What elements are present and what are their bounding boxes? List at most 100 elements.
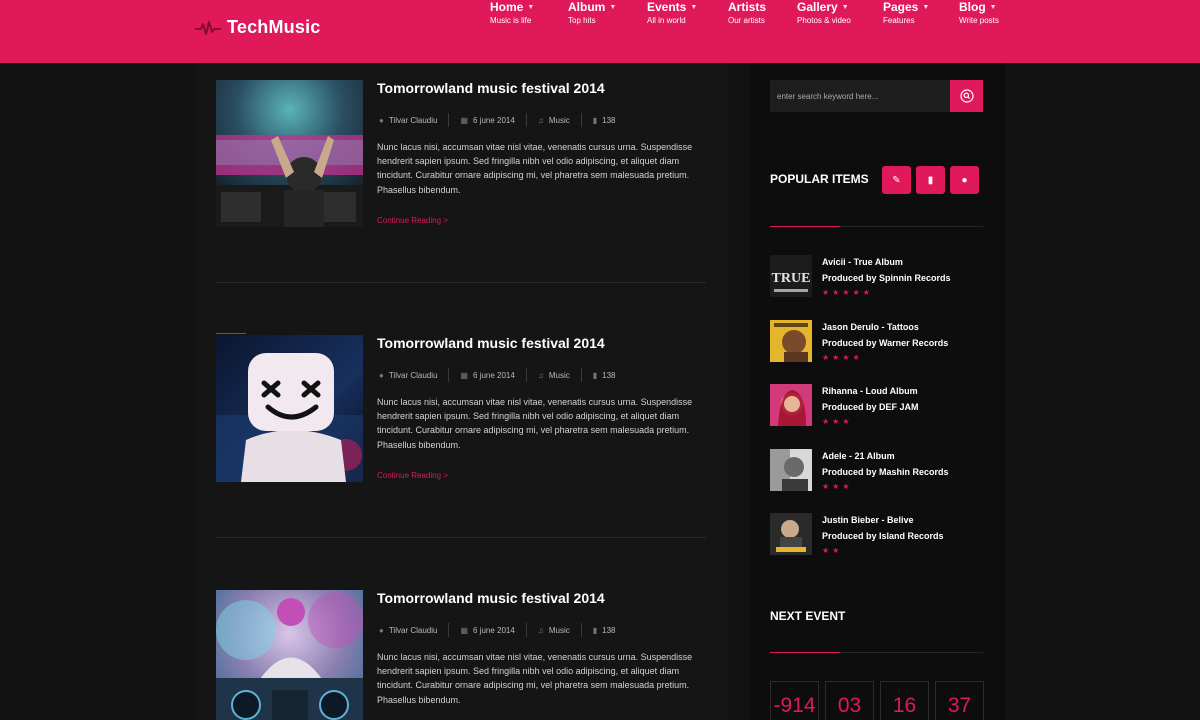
- nav-label: Artists: [728, 0, 767, 14]
- rating-stars: ★★★: [822, 482, 853, 491]
- post-thumbnail[interactable]: [216, 80, 363, 227]
- countdown-minutes: 16: [880, 681, 929, 720]
- popular-item-title: Justin Bieber - Belive: [822, 515, 914, 525]
- author-name: Tilvar Claudiu: [388, 625, 438, 635]
- countdown-hours: 03: [825, 681, 874, 720]
- rating-stars: ★★★★: [822, 353, 863, 362]
- popular-item-producer: Produced by Island Records: [822, 531, 944, 541]
- comments-icon: ▮: [592, 370, 598, 380]
- popular-tab-button[interactable]: ●: [950, 166, 979, 194]
- map-pin-icon: ●: [961, 174, 968, 186]
- festival-crowd-image: [216, 80, 363, 227]
- calendar-icon: ▦: [460, 370, 469, 380]
- blog-post-list: Tomorrowland music festival 2014 ● Tilvar…: [195, 63, 728, 720]
- post-category[interactable]: ♫ Music: [527, 368, 582, 382]
- post-accent-line: [216, 333, 246, 334]
- category-text: Music: [548, 115, 570, 125]
- post-meta: ● Tilvar Claudiu ▦ 6 june 2014 ♫ Music ▮ 138: [377, 623, 627, 637]
- search-input[interactable]: [770, 80, 950, 112]
- post-thumbnail[interactable]: [216, 590, 363, 720]
- nav-item-events[interactable]: Events ▼ All in world: [647, 0, 697, 25]
- post-title[interactable]: Tomorrowland music festival 2014: [377, 80, 605, 96]
- post-meta: ● Tilvar Claudiu ▦ 6 june 2014 ♫ Music ▮ 138: [377, 113, 627, 127]
- popular-item-title: Adele - 21 Album: [822, 451, 895, 461]
- post-author[interactable]: ● Tilvar Claudiu: [377, 368, 450, 382]
- author-name: Tilvar Claudiu: [388, 115, 438, 125]
- popular-item[interactable]: Rihanna - Loud Album Produced by DEF JAM…: [770, 384, 983, 426]
- date-text: 6 june 2014: [473, 625, 515, 635]
- post-author[interactable]: ● Tilvar Claudiu: [377, 623, 450, 637]
- post-date: ▦ 6 june 2014: [449, 368, 527, 382]
- popular-tab-button[interactable]: ✎: [882, 166, 911, 194]
- post-comments[interactable]: ▮ 138: [582, 623, 627, 637]
- popular-item[interactable]: TRUE Avicii - True Album Produced by Spi…: [770, 255, 983, 297]
- nav-label: Blog: [959, 0, 986, 14]
- album-cover: [770, 384, 812, 426]
- post-comments[interactable]: ▮ 138: [582, 368, 627, 382]
- document-icon: ▮: [927, 174, 934, 186]
- countdown-value: -914: [773, 694, 816, 717]
- chevron-down-icon: ▼: [609, 3, 617, 11]
- chevron-down-icon: ▼: [922, 3, 930, 11]
- album-cover: [770, 449, 812, 491]
- user-icon: ●: [379, 115, 384, 125]
- popular-item[interactable]: Jason Derulo - Tattoos Produced by Warne…: [770, 320, 983, 362]
- album-cover: [770, 513, 812, 555]
- post-comments[interactable]: ▮ 138: [582, 113, 627, 127]
- search-button[interactable]: [950, 80, 983, 112]
- continue-reading-link[interactable]: Continue Reading >: [377, 471, 448, 480]
- album-cover: [770, 320, 812, 362]
- chevron-down-icon: ▼: [989, 3, 997, 11]
- popular-item-producer: Produced by DEF JAM: [822, 402, 919, 412]
- post-date: ▦ 6 june 2014: [449, 113, 527, 127]
- post-divider: [216, 282, 706, 283]
- pencil-icon: ✎: [892, 174, 901, 186]
- nav-sublabel: Write posts: [959, 16, 999, 25]
- nav-label: Album: [568, 0, 606, 14]
- nav-sublabel: All in world: [647, 16, 686, 25]
- post-author[interactable]: ● Tilvar Claudiu: [377, 113, 450, 127]
- countdown-value: 16: [892, 694, 917, 717]
- marshmello-image: [216, 335, 363, 482]
- music-note-icon: ♫: [537, 370, 544, 380]
- nav-sublabel: Our artists: [728, 16, 765, 25]
- chevron-down-icon: ▼: [841, 3, 849, 11]
- comment-count: 138: [602, 625, 616, 635]
- countdown-value: 37: [947, 694, 972, 717]
- post-title[interactable]: Tomorrowland music festival 2014: [377, 590, 605, 606]
- widget-accent-line: [770, 652, 840, 653]
- post-title[interactable]: Tomorrowland music festival 2014: [377, 335, 605, 351]
- post-meta: ● Tilvar Claudiu ▦ 6 june 2014 ♫ Music ▮ 138: [377, 368, 627, 382]
- rating-stars: ★★★: [822, 417, 853, 426]
- logo[interactable]: TechMusic: [195, 17, 321, 38]
- rating-stars: ★★: [822, 546, 843, 555]
- post-excerpt: Nunc lacus nisi, accumsan vitae nisl vit…: [377, 397, 693, 450]
- brand-name: TechMusic: [227, 17, 321, 37]
- nav-item-artists[interactable]: Artists Our artists: [728, 0, 766, 25]
- post-excerpt: Nunc lacus nisi, accumsan vitae nisl vit…: [377, 652, 693, 705]
- search-icon: [959, 89, 974, 103]
- post-date: ▦ 6 june 2014: [449, 623, 527, 637]
- nav-item-home[interactable]: Home ▼ Music is life: [490, 0, 534, 25]
- music-note-icon: ♫: [537, 625, 544, 635]
- nav-item-blog[interactable]: Blog ▼ Write posts: [959, 0, 999, 25]
- popular-item-title: Avicii - True Album: [822, 257, 903, 267]
- nav-item-pages[interactable]: Pages ▼ Features: [883, 0, 929, 25]
- countdown-value: 03: [837, 694, 862, 717]
- nav-sublabel: Photos & video: [797, 16, 851, 25]
- popular-item[interactable]: Adele - 21 Album Produced by Mashin Reco…: [770, 449, 983, 491]
- chevron-down-icon: ▼: [690, 3, 698, 11]
- nav-item-album[interactable]: Album ▼ Top hits: [568, 0, 616, 25]
- site-header: TechMusic Home ▼ Music is life Album ▼ Top…: [0, 0, 1200, 63]
- next-event-title: NEXT EVENT: [770, 609, 846, 623]
- post-divider: [216, 537, 706, 538]
- nav-item-gallery[interactable]: Gallery ▼ Photos & video: [797, 0, 851, 25]
- post-thumbnail[interactable]: [216, 335, 363, 482]
- continue-reading-link[interactable]: Continue Reading >: [377, 216, 448, 225]
- popular-item[interactable]: Justin Bieber - Belive Produced by Islan…: [770, 513, 983, 555]
- popular-tab-button[interactable]: ▮: [916, 166, 945, 194]
- category-text: Music: [548, 370, 570, 380]
- post-category[interactable]: ♫ Music: [527, 113, 582, 127]
- pulse-icon: [195, 20, 221, 35]
- post-category[interactable]: ♫ Music: [527, 623, 582, 637]
